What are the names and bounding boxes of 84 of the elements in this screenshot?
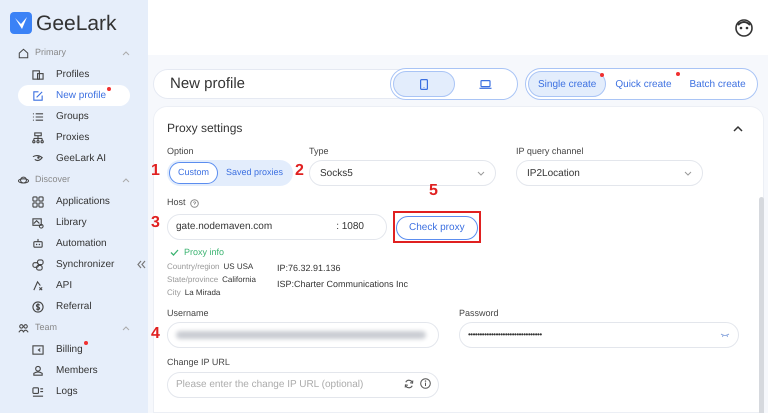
create-mode-tab[interactable]: Batch create — [680, 71, 755, 97]
home-icon — [18, 48, 29, 58]
phone-icon — [420, 78, 428, 90]
section-header: Primary — [35, 46, 67, 60]
app-name: GeeLark — [36, 12, 117, 34]
devices-icon — [32, 68, 44, 80]
info-label: State/province — [167, 274, 218, 286]
field-label: Option — [167, 145, 195, 158]
annotation-number: 2 — [295, 161, 304, 181]
device-tab[interactable] — [393, 71, 455, 97]
create-mode-tab[interactable]: Single create — [528, 71, 606, 97]
sidebar-item[interactable]: New profile — [18, 85, 130, 106]
chevron-up-icon[interactable] — [122, 50, 130, 56]
sidebar-item[interactable]: Library — [18, 212, 130, 233]
image-icon — [32, 216, 44, 228]
isp-name: ISP:Charter Communications Inc — [277, 278, 408, 291]
dollar-icon — [32, 300, 44, 312]
wallet-icon — [32, 344, 44, 356]
proxy-info-title: Proxy info — [184, 246, 224, 259]
field-label: Username — [167, 307, 210, 320]
sync-icon — [32, 258, 44, 270]
people-icon — [18, 322, 29, 334]
option-tab[interactable]: Custom — [169, 162, 218, 184]
check-icon — [170, 248, 179, 256]
sidebar-item[interactable]: GeeLark AI — [18, 148, 130, 169]
check-proxy-button[interactable]: Check proxy — [396, 216, 478, 240]
info-label: City — [167, 286, 181, 298]
chevron-icon[interactable] — [733, 124, 743, 132]
field-label: Change IP URL — [167, 356, 231, 369]
info-icon[interactable] — [420, 378, 431, 389]
create-mode-tab[interactable]: Quick create — [606, 71, 681, 97]
section-header: Team — [35, 321, 58, 334]
logo-icon — [10, 12, 32, 34]
field-label: Type — [309, 145, 330, 158]
password-field[interactable]: •••••••••••••••••••••••••••••••• — [459, 322, 739, 348]
sidebar-item[interactable]: Billing — [18, 339, 130, 360]
chevron-up-icon[interactable] — [122, 178, 130, 182]
sidebar-item[interactable]: Synchronizer — [18, 254, 130, 275]
annotation-number: 1 — [151, 161, 160, 181]
sidebar-item[interactable]: Logs — [18, 381, 130, 402]
ip-address: IP:76.32.91.136 — [277, 262, 342, 275]
sidebar-item[interactable]: API — [18, 275, 130, 296]
sidebar-item[interactable]: Proxies — [18, 127, 130, 148]
ip-query-select[interactable]: IP2Location — [516, 160, 703, 186]
option-tab[interactable]: Saved proxies — [218, 162, 292, 184]
change-ip-url-field[interactable]: Please enter the change IP URL (optional) — [167, 372, 439, 398]
eye-closed-icon[interactable] — [720, 332, 730, 338]
api-icon — [32, 280, 44, 292]
info-label: Country/region — [167, 260, 220, 272]
host-field[interactable]: gate.nodemaven.com : 1080 — [167, 214, 387, 240]
sidebar-item[interactable]: Referral — [18, 296, 130, 317]
grid-icon — [32, 196, 44, 208]
section-title: Proxy settings — [167, 120, 242, 137]
sidebar-item[interactable]: Automation — [18, 233, 130, 254]
id-card-icon — [32, 386, 44, 398]
chevron-down-icon — [684, 170, 692, 176]
network-icon — [32, 132, 44, 144]
avatar-icon[interactable] — [734, 18, 754, 38]
laptop-icon — [478, 80, 492, 88]
help-icon[interactable] — [190, 198, 199, 208]
person-icon — [32, 364, 44, 376]
robot-icon — [32, 238, 44, 250]
info-value: La Mirada — [184, 286, 220, 298]
info-value: US USA — [223, 260, 254, 272]
refresh-icon[interactable] — [404, 378, 414, 388]
collapse-icon[interactable] — [137, 260, 146, 269]
annotation-number: 4 — [151, 324, 160, 344]
field-label: IP query channel — [516, 145, 584, 158]
sidebar-item[interactable]: Groups — [18, 106, 130, 127]
annotation-number: 3 — [151, 213, 160, 233]
field-label: Password — [459, 307, 500, 320]
list-icon — [32, 110, 44, 122]
chevron-up-icon[interactable] — [122, 326, 130, 330]
chevron-down-icon — [477, 170, 485, 176]
planet-icon — [18, 174, 29, 186]
info-value: California — [222, 274, 256, 286]
section-header: Discover — [35, 173, 72, 186]
sidebar-item[interactable]: Profiles — [18, 64, 130, 85]
username-field[interactable] — [167, 322, 439, 348]
sidebar-item[interactable]: Applications — [18, 191, 130, 212]
field-label: Host — [167, 196, 186, 210]
page-title: New profile — [170, 74, 246, 94]
edit-icon — [32, 90, 44, 102]
sidebar-item[interactable]: Members — [18, 360, 130, 381]
